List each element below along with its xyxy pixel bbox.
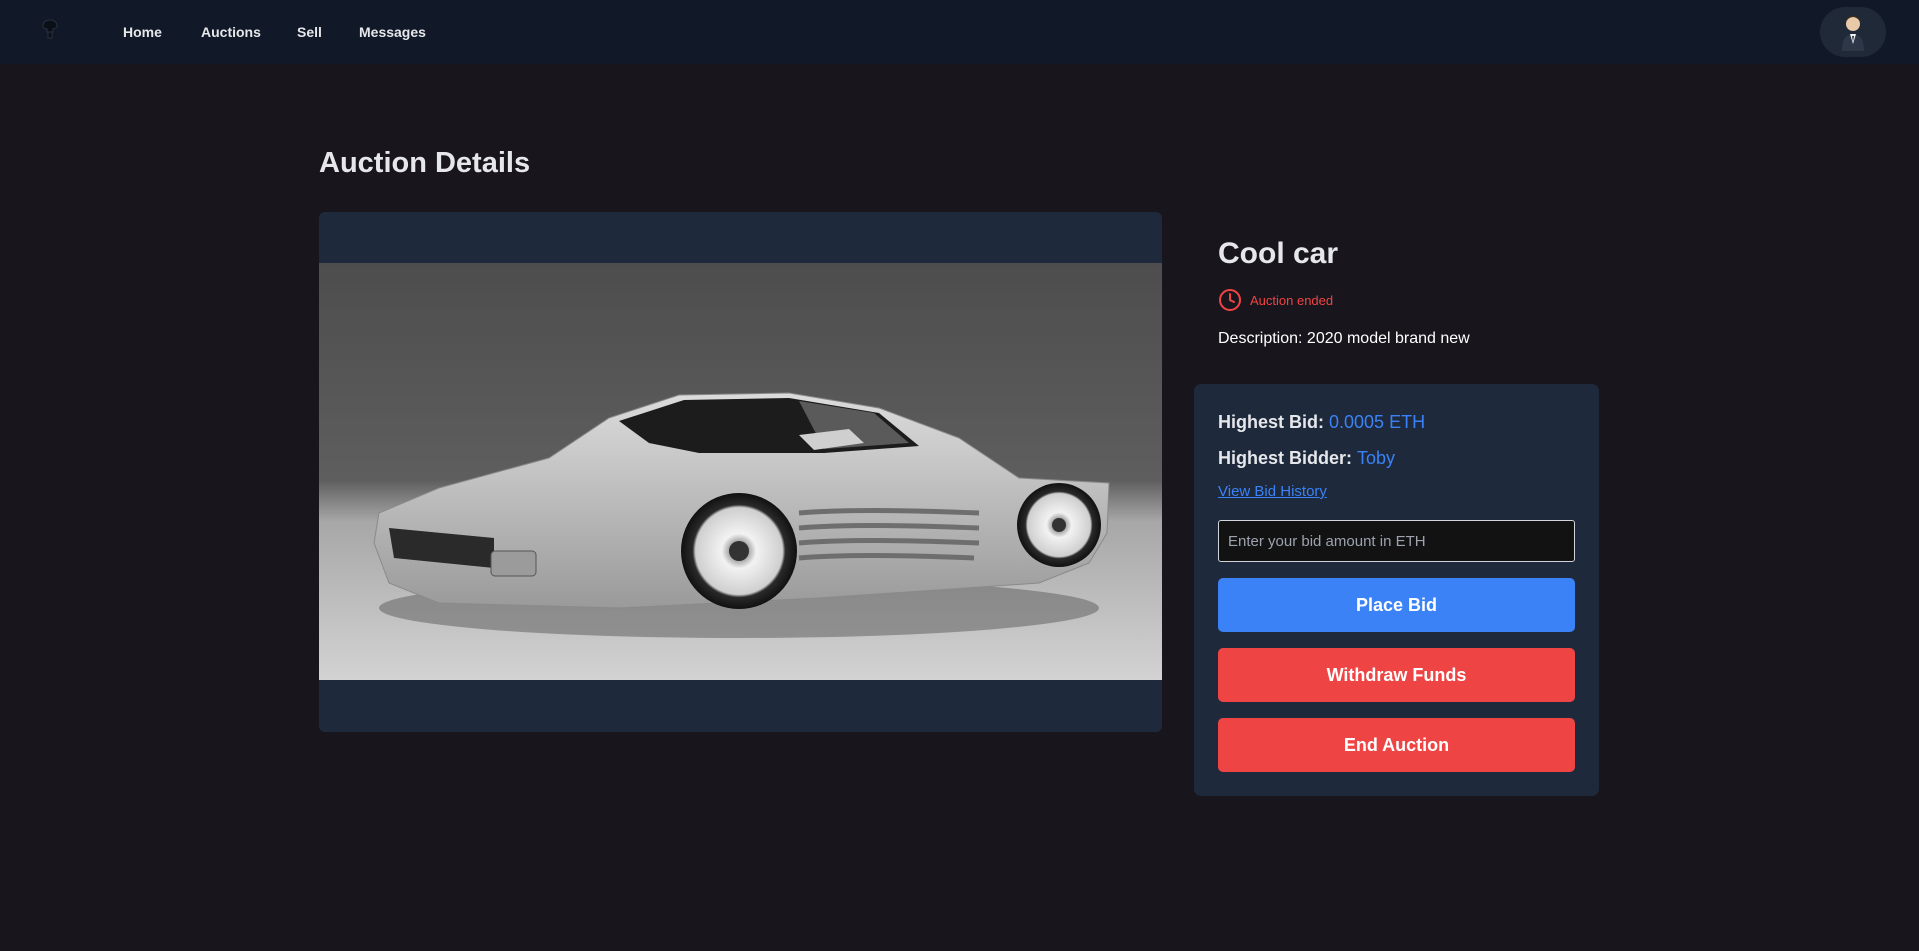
nav-messages[interactable]: Messages xyxy=(359,22,426,42)
view-bid-history-link[interactable]: View Bid History xyxy=(1218,483,1327,500)
auction-status: Auction ended xyxy=(1218,288,1333,312)
status-text: Auction ended xyxy=(1250,292,1334,308)
nav-sell[interactable]: Sell xyxy=(297,22,322,42)
page-title: Auction Details xyxy=(319,147,531,179)
item-description: Description: 2020 model brand new xyxy=(1218,330,1470,347)
avatar[interactable] xyxy=(1820,7,1886,57)
highest-bid-label: Highest Bid: xyxy=(1218,412,1324,432)
clock-icon xyxy=(1219,289,1241,311)
highest-bid: Highest Bid: 0.0005 ETH xyxy=(1218,412,1425,433)
highest-bid-value: 0.0005 ETH xyxy=(1329,412,1426,432)
item-title: Cool car xyxy=(1218,237,1339,270)
highest-bidder-value: Toby xyxy=(1357,448,1396,468)
highest-bidder: Highest Bidder: Toby xyxy=(1218,448,1395,469)
car-image xyxy=(319,263,1162,680)
highest-bidder-label: Highest Bidder: xyxy=(1218,448,1353,468)
logo-icon[interactable] xyxy=(40,18,60,40)
user-avatar-icon xyxy=(1842,15,1864,51)
image-card xyxy=(319,212,1162,732)
nav-home[interactable]: Home xyxy=(123,22,162,42)
withdraw-funds-button[interactable]: Withdraw Funds xyxy=(1218,648,1575,702)
place-bid-button[interactable]: Place Bid xyxy=(1218,578,1575,632)
bid-amount-input[interactable] xyxy=(1218,520,1575,562)
end-auction-button[interactable]: End Auction xyxy=(1218,718,1575,772)
navbar: Home Auctions Sell Messages xyxy=(0,0,1919,64)
nav-auctions[interactable]: Auctions xyxy=(201,22,261,42)
bid-panel: Highest Bid: 0.0005 ETH Highest Bidder: … xyxy=(1194,384,1599,796)
